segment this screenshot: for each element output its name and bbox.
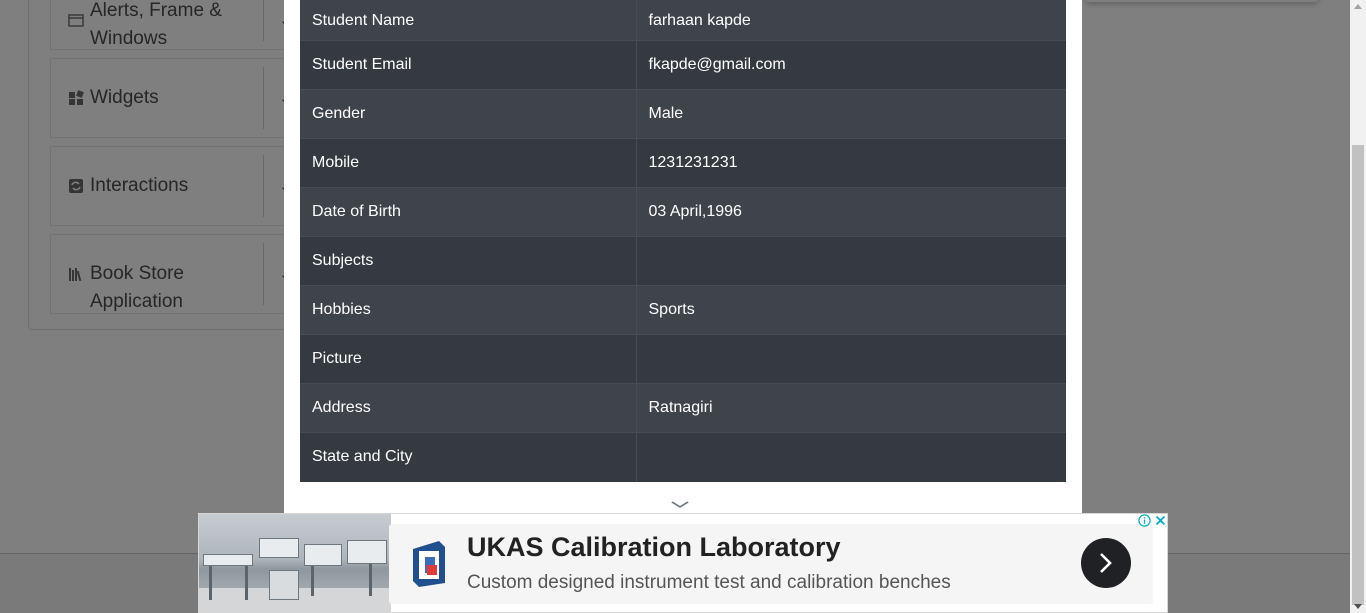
- table-cell-label: Subjects: [300, 236, 637, 286]
- table-cell-value: Sports: [636, 285, 1066, 335]
- table-cell-value: Ratnagiri: [636, 383, 1066, 433]
- table-row: Mobile 1231231231: [300, 138, 1066, 188]
- ukas-logo-icon: [409, 539, 449, 589]
- submission-table: Student Name farhaan kapde Student Email…: [300, 0, 1066, 482]
- table-row: Subjects: [300, 236, 1066, 286]
- scroll-up-arrow-icon[interactable]: [1354, 4, 1362, 9]
- table-row: Student Name farhaan kapde: [300, 0, 1066, 41]
- ad-photo-lab-benches: [199, 514, 391, 612]
- table-cell-value: [636, 432, 1066, 482]
- chevron-down-icon: [670, 496, 689, 512]
- table-cell-value: 03 April,1996: [636, 187, 1066, 237]
- table-row: State and City: [300, 432, 1066, 482]
- scrollbar-thumb[interactable]: [1352, 145, 1364, 605]
- table-cell-value: fkapde@gmail.com: [636, 40, 1066, 90]
- ad-go-button[interactable]: [1081, 538, 1131, 588]
- table-cell-label: Date of Birth: [300, 187, 637, 237]
- submission-modal: Student Name farhaan kapde Student Email…: [284, 0, 1082, 540]
- table-row: Student Email fkapde@gmail.com: [300, 40, 1066, 90]
- close-icon[interactable]: [1153, 514, 1167, 529]
- table-cell-label: Gender: [300, 89, 637, 139]
- ad-card[interactable]: UKAS Calibration Laboratory Custom desig…: [389, 524, 1153, 604]
- page-scrollbar[interactable]: [1350, 0, 1366, 613]
- table-cell-label: Student Email: [300, 40, 637, 90]
- table-cell-label: Picture: [300, 334, 637, 384]
- table-row: Date of Birth 03 April,1996: [300, 187, 1066, 237]
- table-cell-value: farhaan kapde: [636, 0, 1066, 41]
- table-cell-value: 1231231231: [636, 138, 1066, 188]
- table-cell-value: Male: [636, 89, 1066, 139]
- table-cell-label: Address: [300, 383, 637, 433]
- table-cell-value: [636, 236, 1066, 286]
- info-icon[interactable]: [1136, 514, 1152, 529]
- table-row: Hobbies Sports: [300, 285, 1066, 335]
- table-row: Picture: [300, 334, 1066, 384]
- ad-banner[interactable]: UKAS Calibration Laboratory Custom desig…: [198, 513, 1168, 613]
- ad-subtitle[interactable]: Custom designed instrument test and cali…: [467, 572, 951, 594]
- scroll-down-arrow-icon[interactable]: [1354, 604, 1362, 609]
- table-row: Address Ratnagiri: [300, 383, 1066, 433]
- table-cell-label: State and City: [300, 432, 637, 482]
- table-cell-label: Hobbies: [300, 285, 637, 335]
- table-cell-label: Student Name: [300, 0, 637, 41]
- table-cell-value: [636, 334, 1066, 384]
- table-cell-label: Mobile: [300, 138, 637, 188]
- table-row: Gender Male: [300, 89, 1066, 139]
- ad-title[interactable]: UKAS Calibration Laboratory: [467, 532, 841, 563]
